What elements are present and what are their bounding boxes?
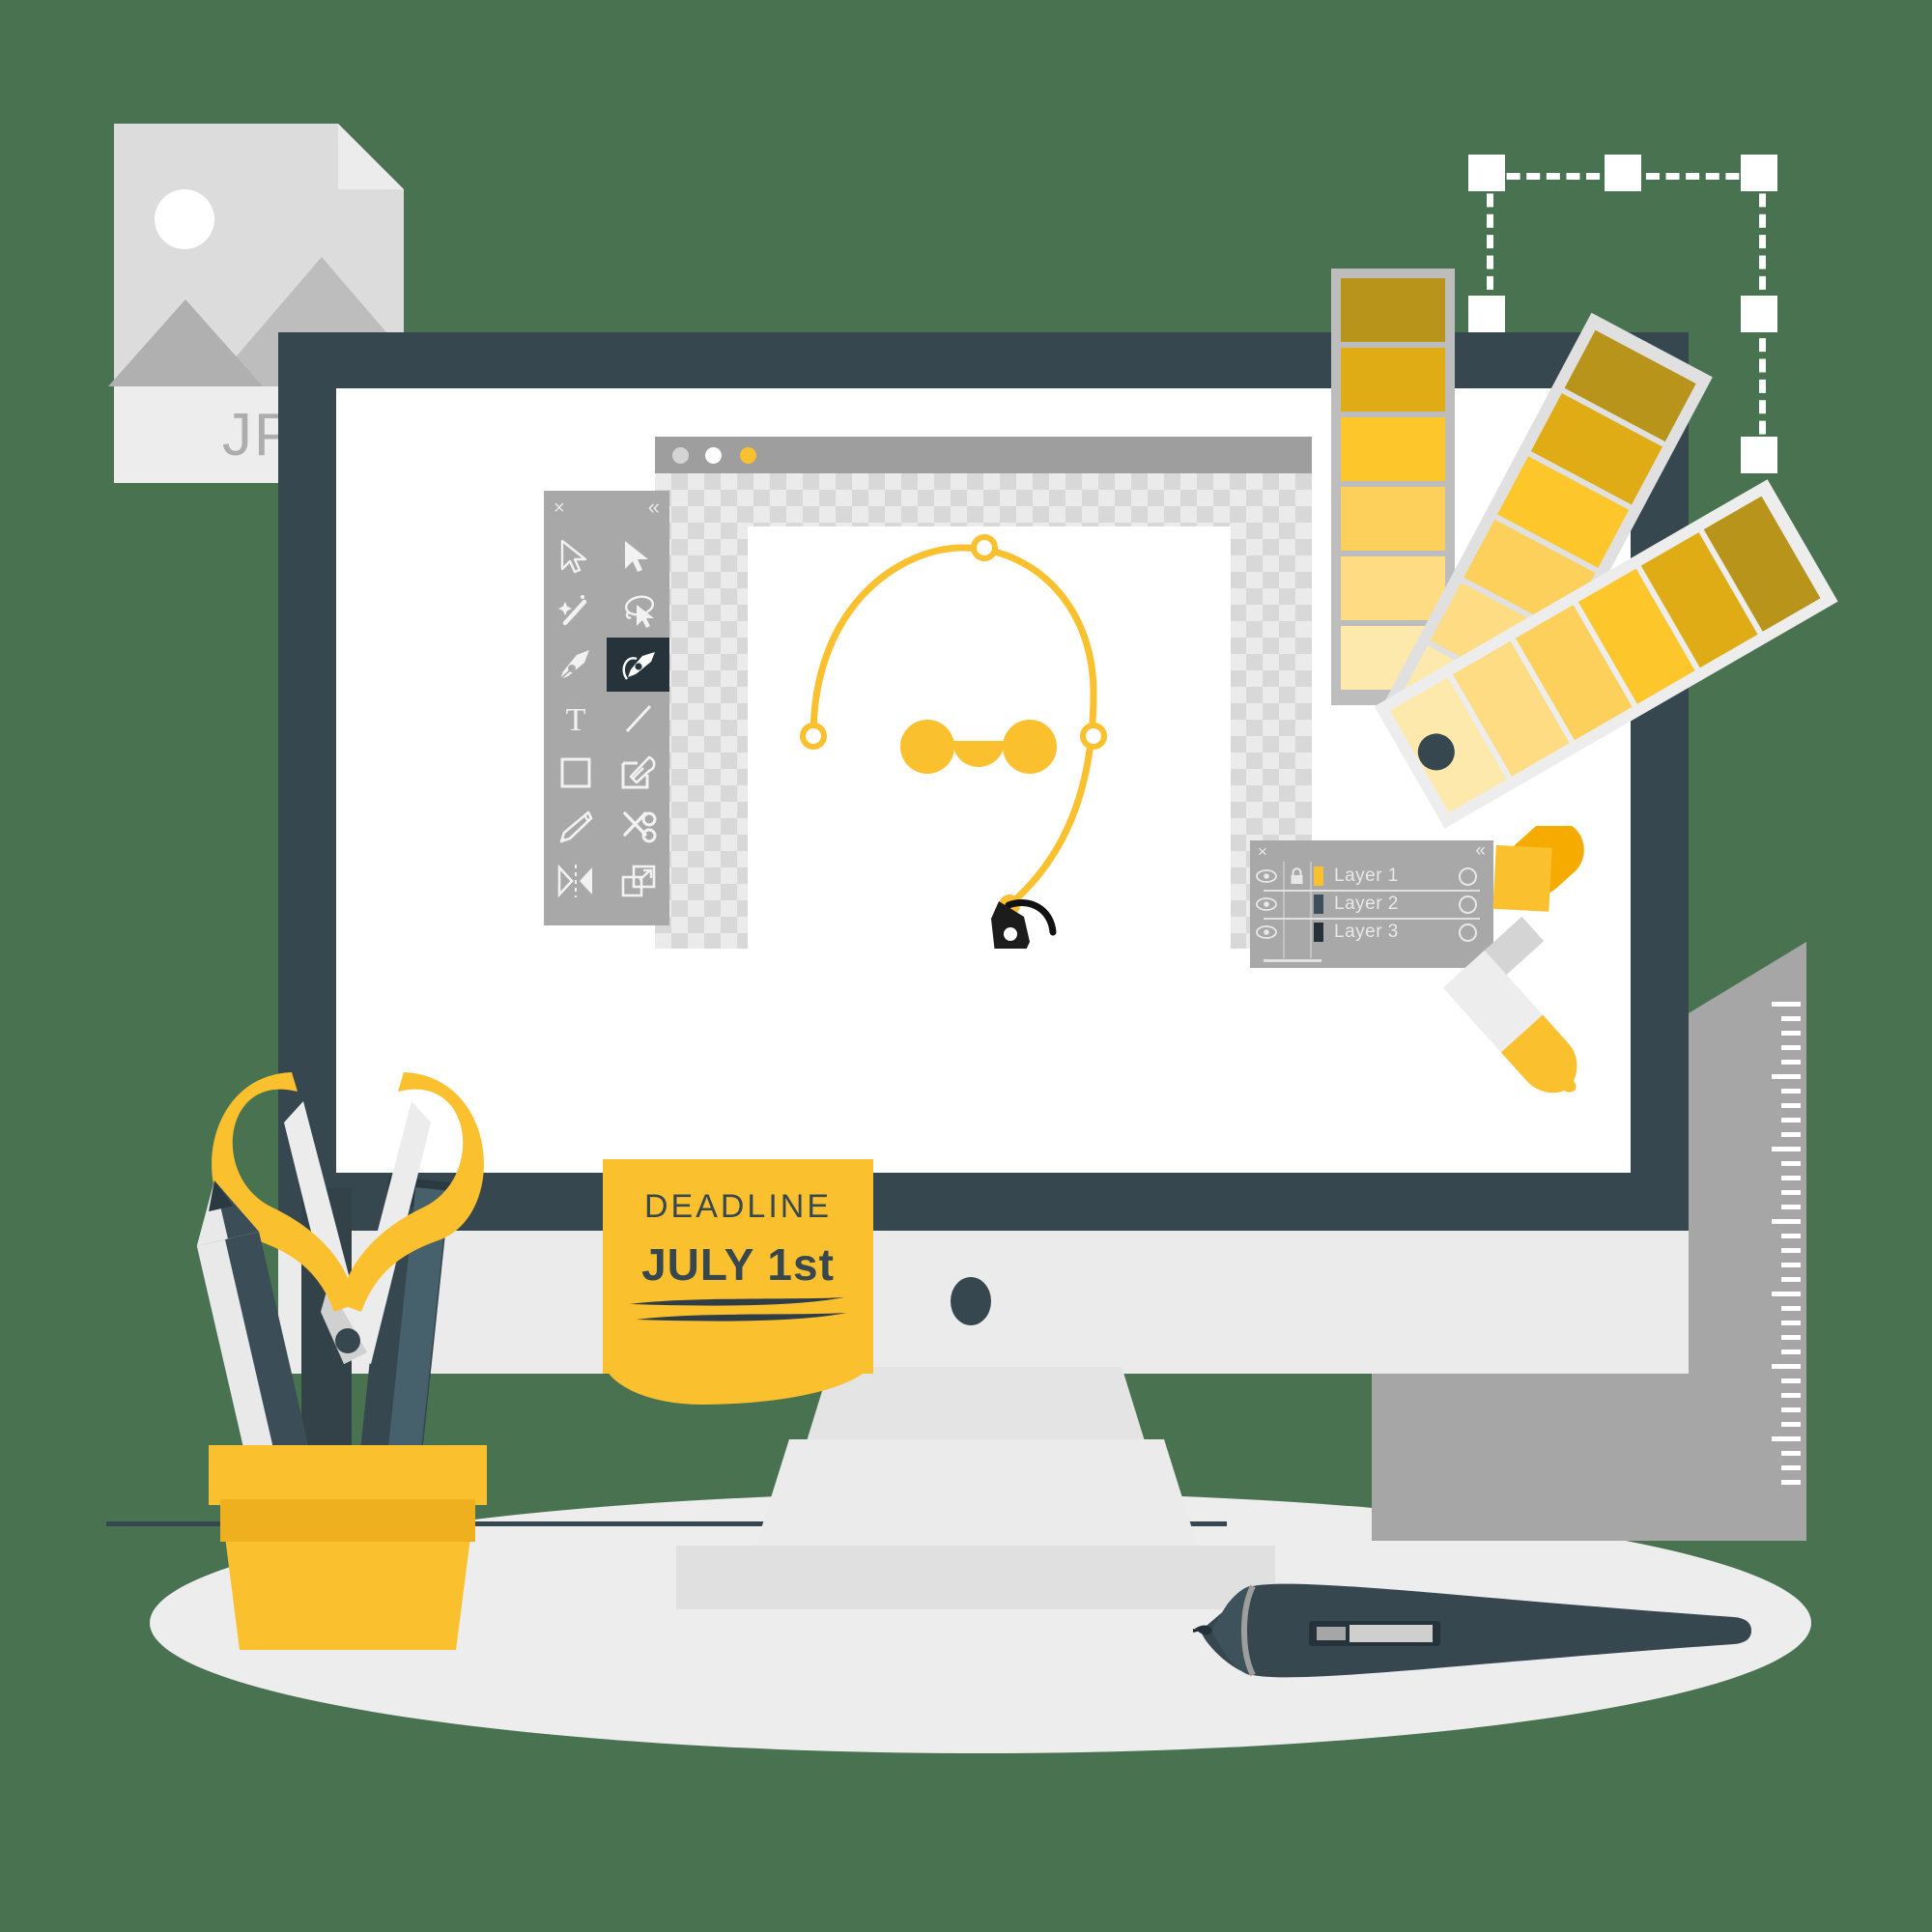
ruler-tick [1772, 1219, 1801, 1224]
window-dot-gray[interactable] [672, 447, 689, 464]
ruler-tick [1781, 1321, 1801, 1325]
mirror-tool-icon[interactable] [544, 854, 607, 908]
marquee-handle-tl[interactable] [1468, 155, 1505, 191]
underline-scribble [630, 1297, 846, 1321]
layer-color-swatch [1314, 895, 1323, 914]
stylus-body [1201, 1583, 1751, 1678]
tools-panel[interactable]: × « T [544, 491, 669, 925]
ruler-tick [1781, 1045, 1801, 1050]
ruler-tick [1772, 1074, 1801, 1079]
monitor-stand-base [676, 1546, 1275, 1609]
ruler-tick [1781, 1350, 1801, 1354]
ruler-tick [1781, 1031, 1801, 1036]
lasso-cursor-icon[interactable] [607, 583, 669, 638]
transform-tool-icon[interactable] [607, 854, 669, 908]
ruler-tick [1781, 1335, 1801, 1340]
marquee-handle-tr[interactable] [1741, 155, 1777, 191]
pen-curve-icon[interactable] [607, 638, 669, 692]
ruler-tick [1781, 1378, 1801, 1383]
cup-rim [209, 1445, 487, 1505]
window-titlebar[interactable] [655, 437, 1312, 473]
ruler-tick [1781, 1060, 1801, 1065]
ruler-tick [1781, 1161, 1801, 1166]
sticky-note-line-2: JULY 1st [641, 1239, 835, 1290]
eye-icon[interactable] [1250, 925, 1283, 939]
cursor-outline-icon[interactable] [544, 529, 607, 583]
sticky-note-line-1: DEADLINE [643, 1188, 833, 1225]
pen-nib-icon[interactable] [544, 638, 607, 692]
ruler-tick [1781, 1103, 1801, 1108]
ruler-tick [1772, 1292, 1801, 1296]
ruler-tick [1781, 1407, 1801, 1412]
ruler-tick [1781, 1205, 1801, 1209]
pencil-tool-icon[interactable] [544, 800, 607, 854]
artboard[interactable] [748, 526, 1231, 949]
ruler-tick [1772, 1364, 1801, 1369]
magic-wand-icon[interactable] [544, 583, 607, 638]
smiley-outline-path [810, 544, 1097, 907]
brand-dot [951, 1277, 991, 1325]
ruler-tick [1781, 1176, 1801, 1180]
layer-color-swatch [1314, 867, 1323, 886]
marquee-handle-mr[interactable] [1741, 296, 1777, 332]
eyedropper-tool[interactable] [1391, 819, 1642, 1094]
ruler-tick [1781, 1306, 1801, 1311]
text-tool-icon[interactable]: T [544, 692, 607, 746]
cup-shadow-band [220, 1499, 475, 1542]
line-tool-icon[interactable] [607, 692, 669, 746]
marquee-handle-ml[interactable] [1468, 296, 1505, 332]
graphics-tablet-stylus[interactable] [1193, 1575, 1753, 1758]
marquee-handle-br[interactable] [1741, 437, 1777, 473]
ruler-tick [1781, 1190, 1801, 1195]
ruler-tick [1772, 1147, 1801, 1151]
panel-footer-rule [1264, 959, 1321, 962]
ruler-tick [1781, 1277, 1801, 1282]
right-eye [1003, 720, 1057, 774]
pen-tool-cursor [991, 899, 1057, 949]
ruler-tick [1781, 1132, 1801, 1137]
ruler-tick [1781, 1016, 1801, 1021]
ruler-tick [1781, 1118, 1801, 1122]
chevron-left-icon[interactable]: « [648, 497, 660, 518]
monitor-stand-neck-lower [753, 1439, 1200, 1553]
sun-icon [155, 189, 214, 249]
smile-mouth [952, 741, 1005, 767]
anchor-point-left [800, 723, 827, 750]
layer-color-swatch [1314, 923, 1323, 942]
svg-text:T: T [565, 702, 585, 736]
ruler-tick [1772, 1002, 1801, 1007]
eye-icon[interactable] [1250, 869, 1283, 883]
ruler-tick [1781, 1234, 1801, 1238]
close-icon[interactable]: × [1258, 842, 1267, 862]
window-dot-white[interactable] [705, 447, 722, 464]
ruler-tick [1772, 1436, 1801, 1441]
ruler-tick [1781, 1422, 1801, 1427]
anchor-point-top [971, 534, 998, 561]
ruler-tick [1781, 1393, 1801, 1398]
cursor-solid-icon[interactable] [607, 529, 669, 583]
anchor-point-right [1080, 723, 1107, 750]
smiley-face-vector[interactable] [748, 526, 1231, 949]
ruler-tick [1781, 1480, 1801, 1485]
page-fold-corner [338, 124, 404, 189]
lock-icon[interactable] [1283, 867, 1310, 885]
paint-brush-icon[interactable] [607, 746, 669, 800]
eye-icon[interactable] [1250, 897, 1283, 911]
ruler-tick [1781, 1465, 1801, 1470]
ruler-tick [1781, 1248, 1801, 1253]
left-eye [900, 720, 954, 774]
pencil-cup[interactable] [184, 1063, 512, 1662]
ruler-tick [1781, 1089, 1801, 1094]
scissors-tool-icon[interactable] [607, 800, 669, 854]
marquee-handle-tc[interactable] [1605, 155, 1641, 191]
transparency-checkerboard[interactable] [655, 473, 1312, 949]
design-app-window[interactable] [655, 437, 1312, 949]
sticky-note[interactable]: DEADLINE JULY 1st [603, 1159, 873, 1405]
window-dot-yellow[interactable] [740, 447, 756, 464]
ruler-tick [1781, 1451, 1801, 1456]
ruler-tick [1781, 1263, 1801, 1267]
rectangle-tool-icon[interactable] [544, 746, 607, 800]
close-icon[interactable]: × [554, 498, 565, 518]
